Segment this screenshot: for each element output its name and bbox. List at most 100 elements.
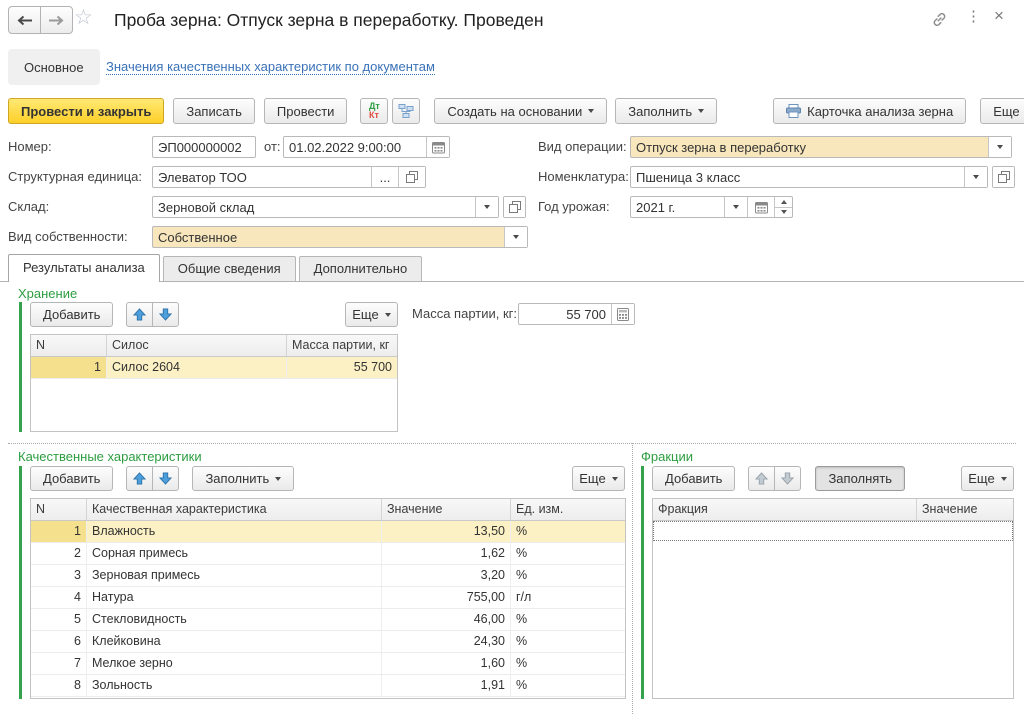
warehouse-field[interactable]: Зерновой склад: [152, 196, 499, 218]
nomenclature-field[interactable]: Пшеница 3 класс: [630, 166, 988, 188]
column-header[interactable]: Масса партии, кг: [287, 335, 397, 356]
storage-add-button[interactable]: Добавить: [30, 302, 113, 327]
column-header[interactable]: Ед. изм.: [511, 499, 625, 520]
table-cell[interactable]: Сорная примесь: [87, 543, 382, 564]
open-button[interactable]: [398, 167, 425, 187]
column-header[interactable]: N: [31, 499, 87, 520]
table-cell[interactable]: Натура: [87, 587, 382, 608]
table-cell[interactable]: %: [511, 609, 625, 630]
tab-additional[interactable]: Дополнительно: [299, 256, 423, 281]
quality-move-down-button[interactable]: [152, 466, 179, 491]
table-cell[interactable]: %: [511, 653, 625, 674]
fractions-fill-toggle-button[interactable]: Заполнять: [815, 466, 905, 491]
quality-move-up-button[interactable]: [126, 466, 153, 491]
dropdown-button[interactable]: [724, 197, 747, 217]
table-cell[interactable]: Влажность: [87, 521, 382, 542]
table-cell[interactable]: %: [511, 521, 625, 542]
nomenclature-open-button[interactable]: [992, 166, 1015, 188]
fractions-move-down-button[interactable]: [774, 466, 801, 491]
table-cell[interactable]: Зерновая примесь: [87, 565, 382, 586]
horizontal-splitter[interactable]: [8, 443, 1016, 444]
table-cell[interactable]: 1,91: [382, 675, 511, 696]
table-cell[interactable]: Клейковина: [87, 631, 382, 652]
table-row[interactable]: 7Мелкое зерно1,60%: [31, 653, 625, 675]
post-and-close-button[interactable]: Провести и закрыть: [8, 98, 164, 124]
fractions-move-up-button[interactable]: [748, 466, 775, 491]
table-row[interactable]: 2Сорная примесь1,62%: [31, 543, 625, 565]
quality-more-button[interactable]: Еще: [572, 466, 625, 491]
table-row[interactable]: 8Зольность1,91%: [31, 675, 625, 697]
table-cell[interactable]: 755,00: [382, 587, 511, 608]
storage-move-down-button[interactable]: [152, 302, 179, 327]
table-cell[interactable]: 3: [31, 565, 87, 586]
column-header[interactable]: Качественная характеристика: [87, 499, 382, 520]
quality-add-button[interactable]: Добавить: [30, 466, 113, 491]
table-cell[interactable]: г/л: [511, 587, 625, 608]
fractions-more-button[interactable]: Еще: [961, 466, 1014, 491]
table-row[interactable]: 1Влажность13,50%: [31, 521, 625, 543]
column-header[interactable]: Значение: [917, 499, 1013, 520]
table-row[interactable]: 1Силос 260455 700: [31, 357, 397, 379]
table-row[interactable]: 6Клейковина24,30%: [31, 631, 625, 653]
table-cell[interactable]: %: [511, 631, 625, 652]
fractions-table[interactable]: ФракцияЗначение: [652, 498, 1014, 699]
dropdown-button[interactable]: [475, 197, 498, 217]
batch-mass-field[interactable]: 55 700: [518, 303, 635, 325]
table-cell[interactable]: %: [511, 675, 625, 696]
table-cell[interactable]: %: [511, 543, 625, 564]
table-row[interactable]: 5Стекловидность46,00%: [31, 609, 625, 631]
storage-more-button[interactable]: Еще: [345, 302, 398, 327]
table-cell[interactable]: Силос 2604: [107, 357, 287, 378]
column-header[interactable]: Силос: [107, 335, 287, 356]
warehouse-open-button[interactable]: [503, 196, 526, 218]
table-row[interactable]: 4Натура755,00г/л: [31, 587, 625, 609]
column-header[interactable]: Значение: [382, 499, 511, 520]
storage-move-up-button[interactable]: [126, 302, 153, 327]
get-link-icon[interactable]: [931, 11, 948, 32]
spinner-down-button[interactable]: [775, 208, 792, 218]
table-cell[interactable]: 13,50: [382, 521, 511, 542]
tab-general-info[interactable]: Общие сведения: [163, 256, 296, 281]
table-cell[interactable]: 1,62: [382, 543, 511, 564]
table-cell[interactable]: Зольность: [87, 675, 382, 696]
table-cell[interactable]: %: [511, 565, 625, 586]
close-icon[interactable]: ×: [994, 8, 1004, 24]
empty-focus-row[interactable]: [653, 521, 1013, 541]
table-cell[interactable]: 1,60: [382, 653, 511, 674]
table-cell[interactable]: Мелкое зерно: [87, 653, 382, 674]
calendar-button[interactable]: [426, 137, 449, 157]
nav-item-main[interactable]: Основное: [8, 49, 100, 85]
table-cell[interactable]: 55 700: [287, 357, 397, 378]
kebab-menu-icon[interactable]: ⋮: [966, 9, 981, 25]
back-button[interactable]: [8, 6, 41, 34]
quality-fill-button[interactable]: Заполнить: [192, 466, 294, 491]
table-row[interactable]: 3Зерновая примесь3,20%: [31, 565, 625, 587]
ownership-field[interactable]: Собственное: [152, 226, 528, 248]
choose-button[interactable]: ...: [371, 167, 398, 187]
table-cell[interactable]: 4: [31, 587, 87, 608]
table-cell[interactable]: 2: [31, 543, 87, 564]
fill-button[interactable]: Заполнить: [615, 98, 717, 124]
dropdown-button[interactable]: [504, 227, 527, 247]
dropdown-button[interactable]: [964, 167, 987, 187]
date-field[interactable]: 01.02.2022 9:00:00: [283, 136, 450, 158]
dtkt-movements-button[interactable]: ДтКт: [360, 98, 388, 124]
calendar-button[interactable]: [747, 197, 774, 217]
write-button[interactable]: Записать: [173, 98, 255, 124]
table-cell[interactable]: 1: [31, 357, 107, 378]
more-button-toolbar[interactable]: Еще: [980, 98, 1024, 124]
calculator-button[interactable]: [611, 304, 634, 324]
table-cell[interactable]: 3,20: [382, 565, 511, 586]
table-cell[interactable]: 7: [31, 653, 87, 674]
operation-field[interactable]: Отпуск зерна в переработку: [630, 136, 1012, 158]
table-cell[interactable]: 24,30: [382, 631, 511, 652]
quality-table[interactable]: NКачественная характеристикаЗначениеЕд. …: [30, 498, 626, 699]
grain-analysis-card-button[interactable]: Карточка анализа зерна: [773, 98, 966, 124]
number-field[interactable]: ЭП000000002: [152, 136, 256, 158]
storage-table[interactable]: NСилосМасса партии, кг1Силос 260455 700: [30, 334, 398, 432]
favorite-star-icon[interactable]: ☆: [74, 5, 93, 30]
forward-button[interactable]: [40, 6, 73, 34]
dropdown-button[interactable]: [988, 137, 1011, 157]
column-header[interactable]: N: [31, 335, 107, 356]
table-cell[interactable]: 1: [31, 521, 87, 542]
